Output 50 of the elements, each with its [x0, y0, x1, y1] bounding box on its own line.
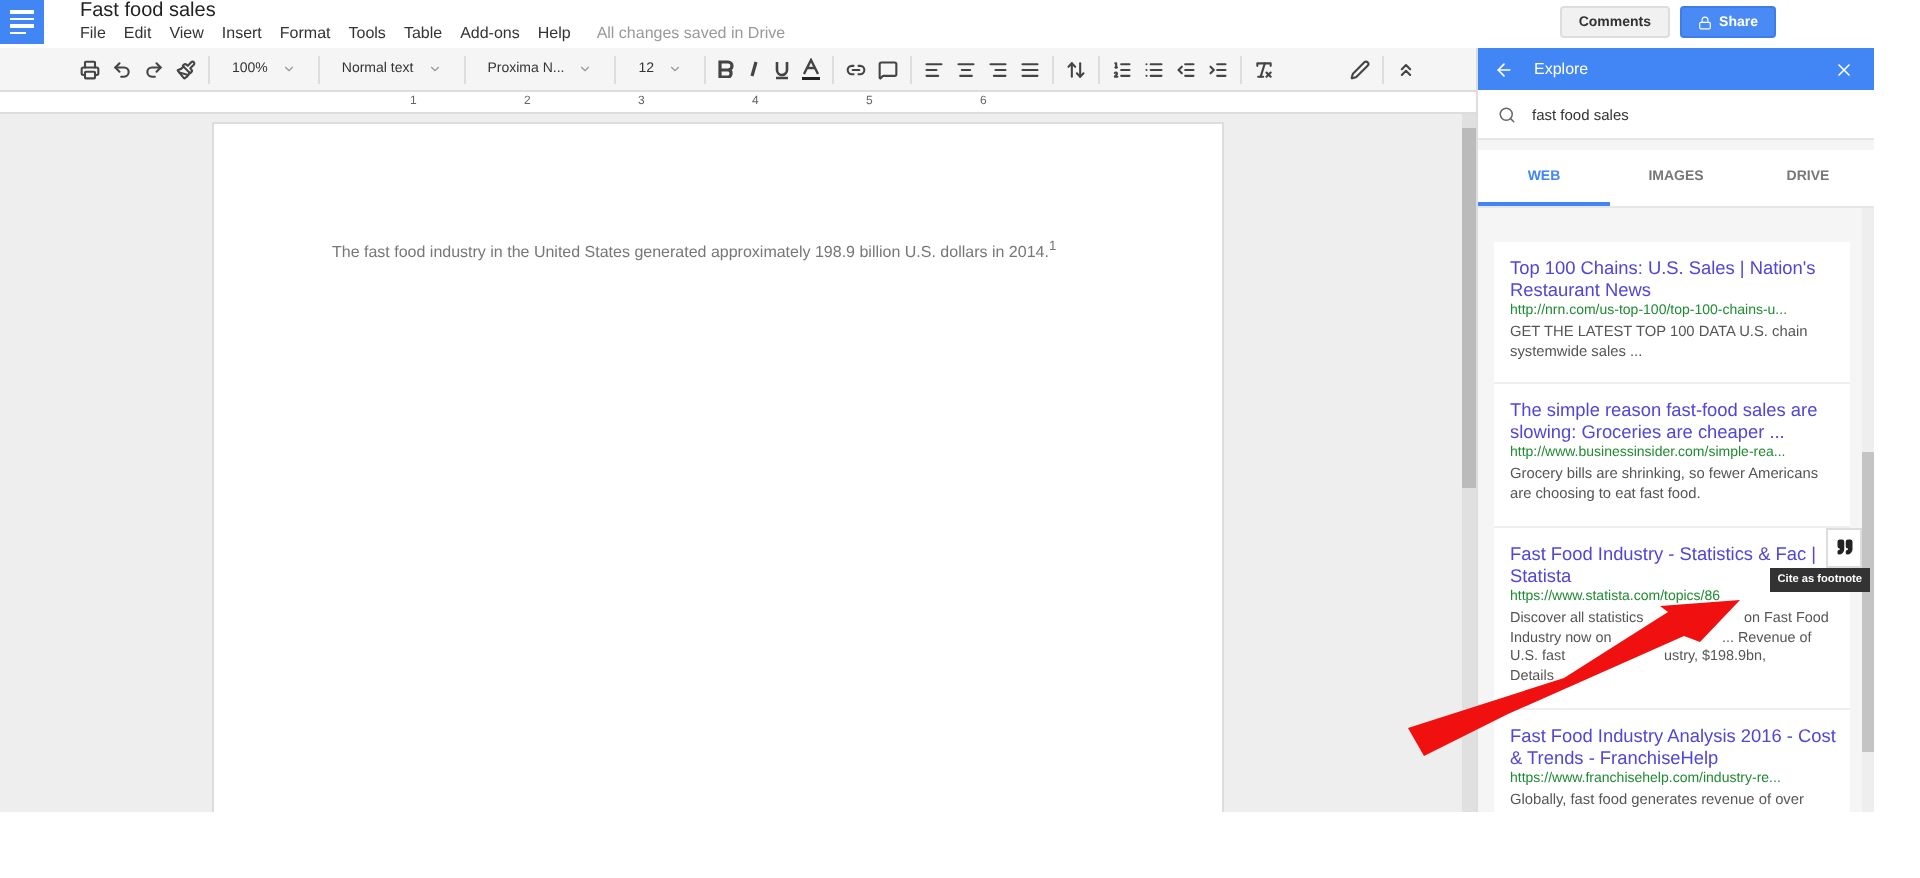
numbered-list-icon[interactable]	[1112, 59, 1133, 79]
lock-icon	[1697, 15, 1712, 29]
scrollbar-thumb[interactable]	[1862, 452, 1874, 752]
docs-logo-icon[interactable]	[0, 0, 44, 44]
underline-icon[interactable]	[774, 59, 791, 79]
bold-icon[interactable]	[718, 60, 735, 78]
save-status: All changes saved in Drive	[596, 24, 786, 42]
back-icon[interactable]	[1494, 59, 1514, 79]
menu-item[interactable]: File	[80, 24, 106, 42]
menu-item[interactable]: View	[169, 24, 204, 42]
pen-icon[interactable]	[1350, 59, 1370, 79]
redo-icon[interactable]	[144, 59, 164, 79]
line-spacing-icon[interactable]	[1066, 59, 1087, 79]
explore-title: Explore	[1534, 60, 1589, 78]
align-right-icon[interactable]	[988, 59, 1009, 79]
clear-formatting-icon[interactable]	[1254, 59, 1275, 79]
scrollbar-thumb[interactable]	[1462, 128, 1476, 488]
align-justify-icon[interactable]	[1020, 59, 1041, 79]
caret-icon	[281, 62, 296, 76]
menu-item[interactable]: Add-ons	[460, 24, 520, 42]
document-paragraph: The fast food industry in the United States generated approximately 198.9 billion U.S. dollars in 2014.$^{1}$	[332, 238, 1059, 266]
decrease-indent-icon[interactable]	[1176, 59, 1197, 79]
collapse-icon[interactable]	[1396, 59, 1416, 79]
menu-item[interactable]: Edit	[123, 24, 152, 42]
align-left-icon[interactable]	[924, 59, 945, 79]
paint-roller-icon[interactable]	[176, 59, 196, 79]
menu-item[interactable]: Insert	[221, 24, 262, 42]
search-icon	[1498, 105, 1516, 123]
caret-icon	[668, 62, 683, 76]
comment-icon[interactable]	[878, 59, 899, 79]
document-title[interactable]: Fast food sales	[80, 0, 216, 22]
align-center-icon[interactable]	[956, 59, 977, 79]
result-title[interactable]: Fast Food Industry Analysis 2016 - Cost & Trends - FranchiseHelp	[1510, 725, 1838, 770]
undo-icon[interactable]	[112, 59, 132, 79]
caret-icon	[578, 62, 593, 76]
text-color-icon[interactable]	[802, 58, 821, 80]
bulleted-list-icon[interactable]	[1144, 59, 1165, 79]
quote-icon[interactable]	[1826, 527, 1862, 568]
close-icon[interactable]	[1834, 59, 1854, 79]
italic-icon[interactable]	[746, 60, 763, 78]
link-icon[interactable]	[846, 59, 867, 79]
menu-item[interactable]: Format	[279, 24, 331, 42]
menu-item[interactable]: Help	[537, 24, 571, 42]
result-title[interactable]: The simple reason fast-food sales are slowing: Groceries are cheaper ...	[1510, 400, 1838, 445]
result-title[interactable]: Top 100 Chains: U.S. Sales | Nation's Restaurant News	[1510, 258, 1838, 302]
menu-item[interactable]: Table	[403, 24, 443, 42]
print-icon[interactable]	[80, 59, 100, 79]
caret-icon	[427, 62, 442, 76]
menu-item[interactable]: Tools	[348, 24, 386, 42]
increase-indent-icon[interactable]	[1208, 59, 1229, 79]
